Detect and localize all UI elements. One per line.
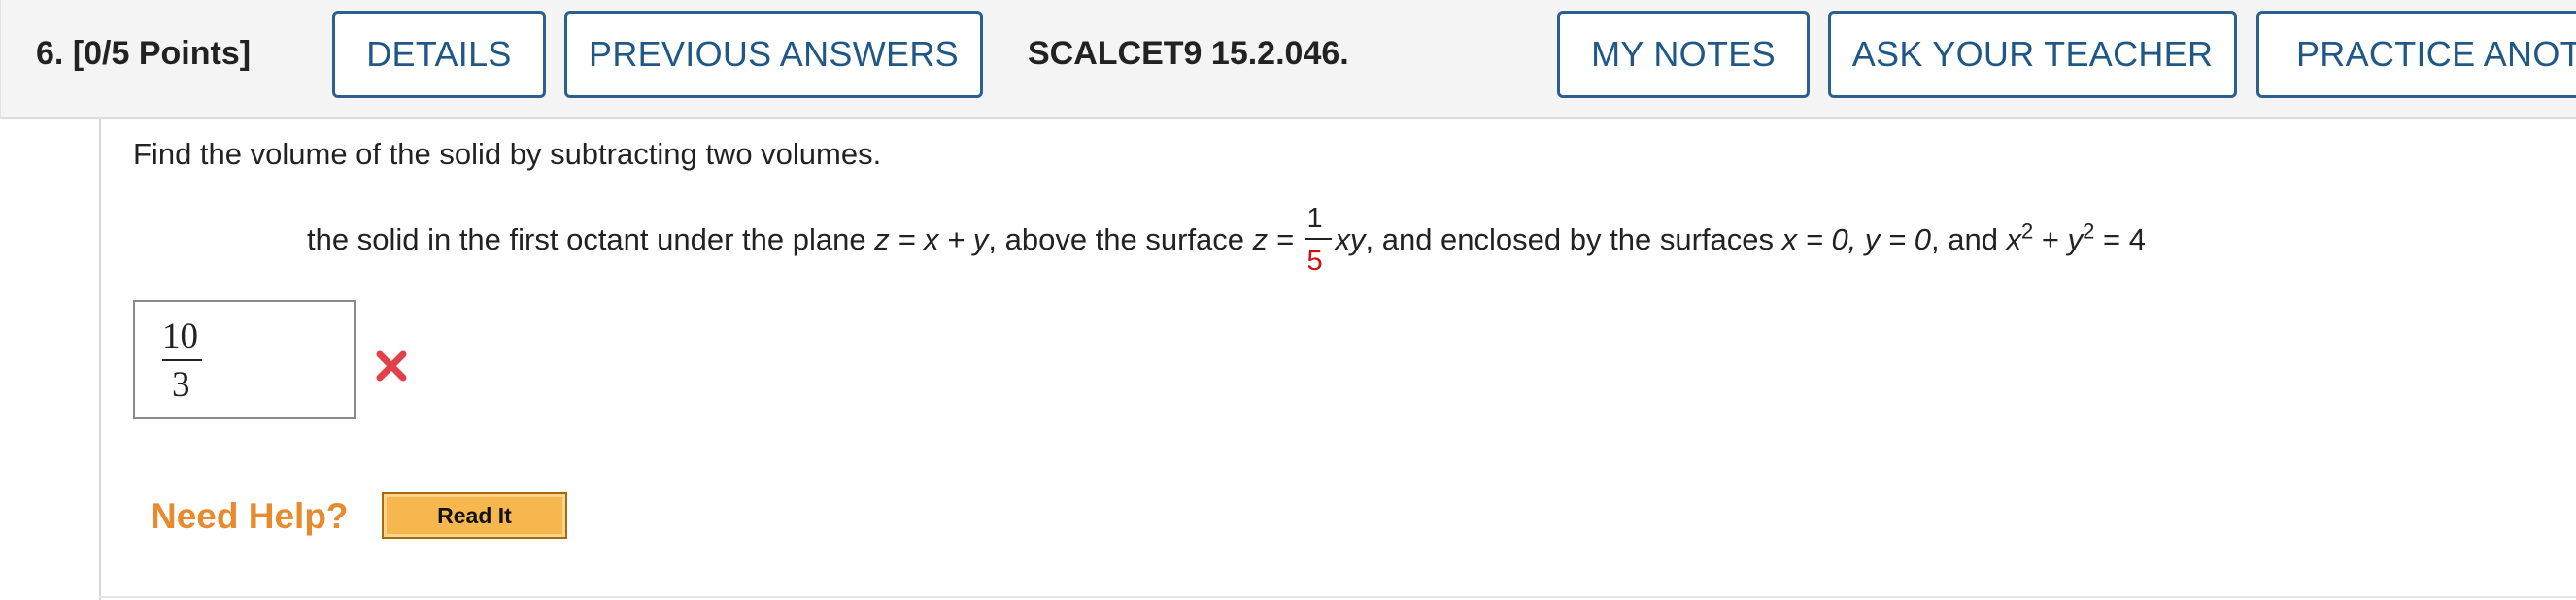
question-header: 6. [0/5 Points] DETAILS PREVIOUS ANSWERS… [0,0,2576,119]
answer-denominator: 3 [172,365,190,405]
problem-text: , and enclosed by the surfaces [1365,222,1782,256]
practice-another-button[interactable]: PRACTICE ANOTHER [2256,11,2576,98]
details-button[interactable]: DETAILS [332,11,546,98]
fraction-one-fifth: 15 [1304,203,1332,277]
x-mark-icon [376,350,407,382]
equation-circle-y: y [2067,222,2084,256]
question-code: SCALCET9 15.2.046. [1028,35,1349,72]
equation-surface-lhs: z = [1252,222,1303,256]
equation-plane: z = x + y [874,222,989,256]
problem-text: , and [1930,222,2007,256]
question-number-points: 6. [0/5 Points] [36,33,251,74]
content-left-rule [99,119,101,600]
problem-text: , above the surface [988,222,1253,256]
problem-statement: the solid in the first octant under the … [307,203,2146,277]
ask-your-teacher-button[interactable]: ASK YOUR TEACHER [1828,11,2237,98]
my-notes-button[interactable]: MY NOTES [1557,11,1810,98]
equation-boundaries: x = 0, y = 0 [1781,222,1931,256]
fraction-bar [1304,238,1332,240]
exponent: 2 [2083,218,2095,244]
question-prompt: Find the volume of the solid by subtract… [133,137,882,171]
plus-sign: + [2033,222,2068,256]
question-number: 6. [36,35,64,72]
problem-text: the solid in the first octant under the … [307,222,875,256]
equation-circle-rhs: = 4 [2094,222,2146,256]
equation-circle-x: x [2006,222,2022,256]
answer-numerator: 10 [162,317,198,356]
points-label: [0/5 Points] [72,35,252,72]
fraction-numerator: 1 [1306,203,1323,234]
answer-fraction-bar [162,359,202,361]
equation-surface-rhs: xy [1335,222,1366,256]
need-help-label: Need Help? [151,496,349,536]
exponent: 2 [2021,218,2034,244]
content-bottom-rule [99,596,2576,598]
previous-answers-button[interactable]: PREVIOUS ANSWERS [564,11,983,98]
answer-input[interactable]: 10 3 [133,300,356,419]
fraction-denominator: 5 [1306,246,1323,277]
read-it-button[interactable]: Read It [382,492,567,539]
